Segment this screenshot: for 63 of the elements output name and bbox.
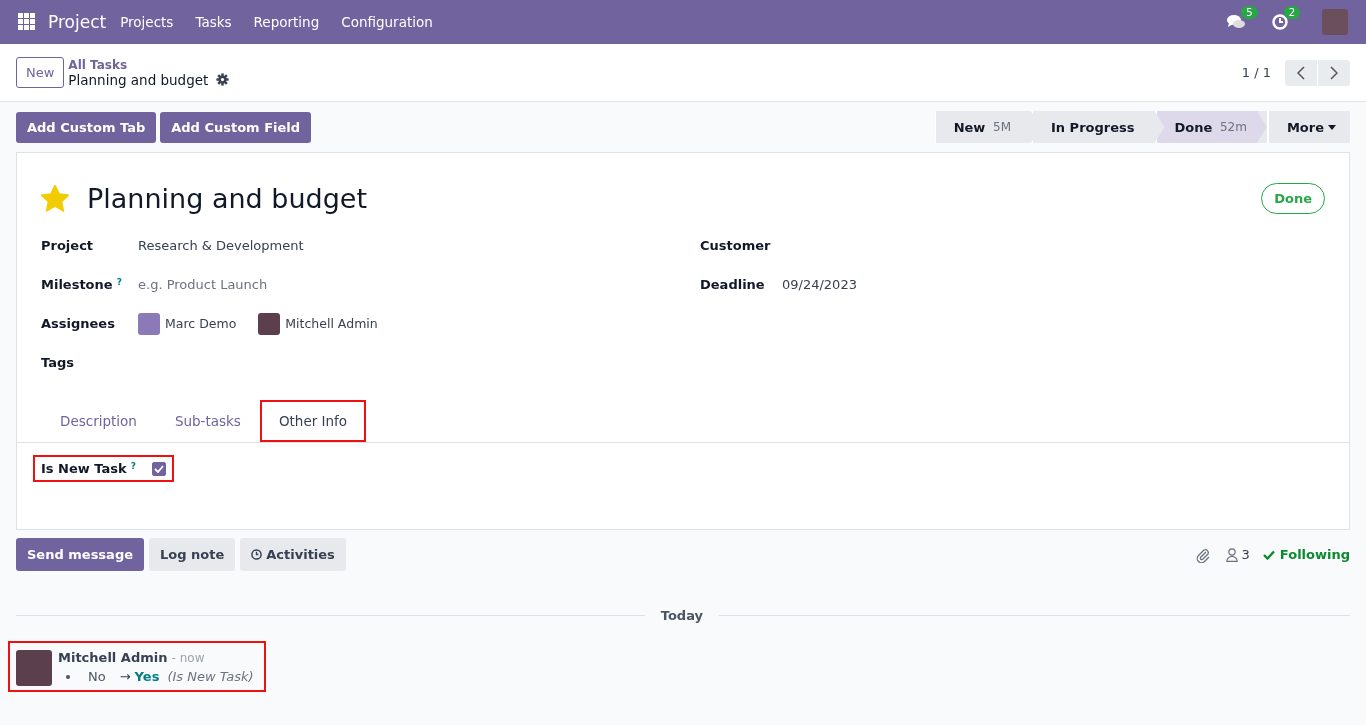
avatar — [138, 312, 160, 335]
chatter-button[interactable]: Activities — [240, 538, 346, 571]
breadcrumb-link[interactable]: All Tasks — [68, 57, 230, 72]
apps-grid-icon[interactable] — [18, 13, 36, 31]
check-icon — [1262, 549, 1275, 560]
next-button[interactable] — [1318, 59, 1350, 86]
notification-badge: 5 — [1241, 6, 1258, 19]
record-name: Planning and budget — [68, 71, 209, 88]
field-label: Milestone — [41, 277, 113, 292]
tab[interactable]: Description — [41, 400, 156, 442]
person-tag[interactable]: Marc Demo — [165, 316, 237, 331]
field-name: (Is New Task) — [167, 669, 254, 684]
more-dropdown[interactable]: More — [1266, 111, 1350, 143]
paperclip-icon[interactable] — [1194, 546, 1211, 563]
chatter-button[interactable]: Log note — [149, 538, 236, 571]
pager-counter: 1 / 1 — [1241, 65, 1271, 80]
bullet-icon — [66, 674, 70, 679]
avatar — [258, 312, 281, 335]
help-tooltip[interactable]: ? — [130, 461, 136, 471]
chevron-left-icon — [1297, 65, 1305, 80]
field-value[interactable]: Research & Development — [138, 238, 304, 253]
avatar — [16, 650, 52, 686]
header-button[interactable]: Add Custom Tab — [16, 111, 157, 143]
person-tag[interactable]: Mitchell Admin — [285, 316, 378, 331]
field-label: Tags — [41, 355, 74, 370]
menu-item[interactable]: Projects — [120, 14, 174, 30]
menu-item[interactable]: Configuration — [341, 14, 433, 30]
help-tooltip[interactable]: ? — [116, 277, 122, 287]
chatter-button[interactable]: Send message — [16, 538, 144, 571]
tab[interactable]: Other Info — [259, 400, 367, 442]
following-button[interactable]: Following — [1254, 547, 1350, 562]
clock-icon — [251, 549, 263, 560]
clock-icon[interactable] — [1271, 14, 1288, 30]
field-value[interactable]: 09/24/2023 — [782, 277, 857, 292]
new-value: Yes — [134, 669, 160, 684]
follower-count[interactable]: 3 — [1241, 547, 1250, 562]
person-icon[interactable] — [1225, 547, 1238, 562]
checkbox[interactable] — [151, 461, 166, 476]
date-separator: Today — [660, 608, 703, 623]
menu-item[interactable]: Reporting — [253, 14, 320, 30]
message-time: - now — [171, 651, 205, 665]
tab[interactable]: Sub-tasks — [155, 400, 260, 442]
field-label: Customer — [700, 238, 771, 253]
author-name[interactable]: Mitchell Admin — [58, 650, 168, 665]
chat-icon[interactable] — [1227, 14, 1246, 30]
stage-button[interactable]: Done 52m — [1154, 111, 1267, 143]
app-name[interactable]: Project — [48, 12, 107, 32]
gear-icon[interactable] — [216, 73, 230, 86]
header-button[interactable]: Add Custom Field — [160, 111, 312, 143]
notification-badge: 2 — [1283, 6, 1300, 19]
previous-button[interactable] — [1285, 59, 1317, 86]
star-icon[interactable] — [41, 185, 69, 212]
task-title[interactable]: Planning and budget — [87, 183, 367, 214]
field-label: Deadline — [700, 277, 765, 292]
field-label: Is New Task — [41, 461, 127, 476]
caret-icon — [1328, 124, 1336, 130]
arrow-glyph: → — [119, 669, 131, 684]
menu-item[interactable]: Tasks — [195, 14, 232, 30]
field-label: Assignees — [41, 316, 115, 331]
old-value: No — [88, 669, 106, 684]
new-button[interactable]: New — [16, 57, 65, 88]
chevron-right-icon — [1330, 65, 1338, 80]
field-label: Project — [41, 238, 94, 253]
